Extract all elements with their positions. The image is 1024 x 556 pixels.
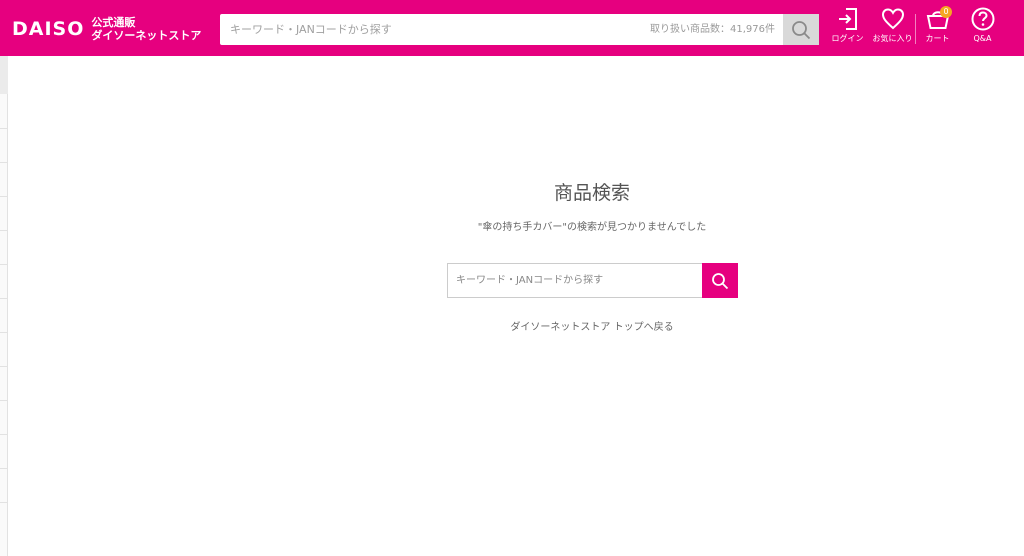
- heart-icon: [881, 8, 904, 30]
- left-strip-divider: [0, 400, 8, 401]
- main-search-bar: [447, 263, 738, 298]
- cart-count-badge: 0: [940, 6, 952, 18]
- left-edge-strip: [0, 56, 8, 556]
- left-strip-divider: [0, 366, 8, 367]
- header-search-button[interactable]: [783, 14, 819, 45]
- left-strip-divider: [0, 502, 8, 503]
- main-search-button[interactable]: [702, 263, 738, 298]
- left-strip-divider: [0, 434, 8, 435]
- search-icon: [792, 20, 811, 39]
- qa-label: Q&A: [973, 34, 992, 43]
- login-label: ログイン: [831, 34, 864, 43]
- logo-line-official: 公式通販: [91, 16, 136, 29]
- logo-wordmark: DAISO: [12, 18, 85, 40]
- page-title: 商品検索: [553, 182, 630, 204]
- login-button[interactable]: ログイン: [825, 6, 870, 52]
- daiso-logo[interactable]: DAISO 公式通販 ダイソーネットストア: [12, 12, 201, 46]
- no-results-message: "傘の持ち手カバー"の検索が見つかりませんでした: [477, 222, 707, 233]
- left-strip-divider: [0, 298, 8, 299]
- logo-line-store: ダイソーネットストア: [91, 29, 202, 42]
- left-strip-divider: [0, 264, 8, 265]
- logo-subtitle: 公式通販 ダイソーネットストア: [91, 16, 201, 42]
- favorites-button[interactable]: お気に入り: [870, 6, 915, 52]
- header-search-input[interactable]: [220, 14, 650, 45]
- left-strip-divider: [0, 128, 8, 129]
- login-icon: [838, 8, 857, 30]
- search-icon: [712, 272, 729, 289]
- product-count: 取り扱い商品数：41,976件: [650, 24, 775, 35]
- header-icon-nav: ログイン お気に入り 0 カート Q&A: [825, 6, 1005, 52]
- cart-label: カート: [925, 34, 950, 43]
- left-strip-divider: [0, 162, 8, 163]
- site-header: DAISO 公式通販 ダイソーネットストア 取り扱い商品数：41,976件 ログ…: [0, 0, 1024, 56]
- header-search-bar: 取り扱い商品数：41,976件: [220, 14, 819, 45]
- left-strip-topbar: [0, 56, 8, 94]
- back-to-top-link[interactable]: ダイソーネットストア トップへ戻る: [0, 318, 1024, 333]
- favorites-label: お気に入り: [872, 34, 913, 43]
- qa-button[interactable]: Q&A: [960, 6, 1005, 52]
- left-strip-divider: [0, 468, 8, 469]
- cart-button[interactable]: 0 カート: [915, 6, 960, 52]
- question-icon: [971, 7, 994, 31]
- main-search-input[interactable]: [448, 264, 702, 297]
